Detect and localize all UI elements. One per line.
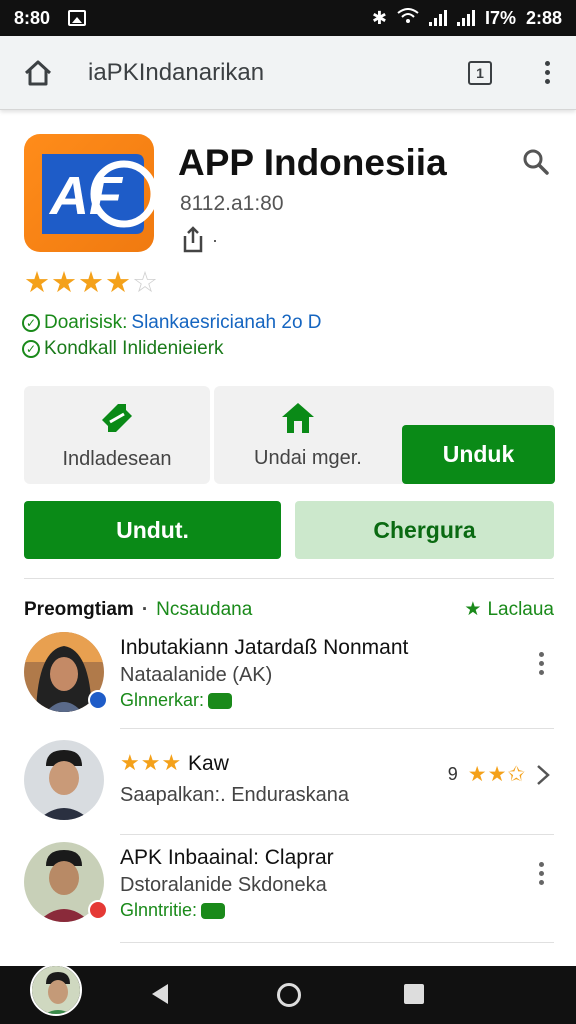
review-title: ★★★ Kaw bbox=[120, 750, 229, 775]
status-clock: 2:88 bbox=[525, 7, 562, 28]
verified-badge-icon bbox=[88, 690, 108, 710]
avatar bbox=[24, 740, 104, 820]
browser-toolbar: iaPKIndanarikan 1 bbox=[0, 36, 576, 110]
chevron-right-icon[interactable] bbox=[536, 764, 550, 786]
review-item[interactable]: ★★★ Kaw Saapalkan:. Enduraskana 9 ★★✩ bbox=[24, 740, 554, 824]
share-dot: · bbox=[212, 229, 218, 250]
wifi-icon bbox=[397, 7, 419, 29]
check-1-value[interactable]: Slankaesricianah 2o D bbox=[131, 312, 321, 334]
install-card[interactable]: Indladesean bbox=[24, 386, 210, 484]
house-icon bbox=[282, 402, 314, 433]
tag-icon bbox=[208, 692, 233, 709]
review-menu-button[interactable] bbox=[539, 862, 544, 885]
app-rating-stars: ★★★★☆ bbox=[24, 267, 159, 299]
check-2-label: Kondkall Inlidenieierk bbox=[44, 338, 224, 359]
home-circle-icon[interactable] bbox=[277, 983, 301, 1007]
recents-icon[interactable] bbox=[404, 984, 424, 1004]
review-tag: Glnntritie: bbox=[120, 900, 226, 921]
status-bar: 8:80 ✱ I7% 2:88 bbox=[0, 0, 576, 36]
bluetooth-icon: ✱ bbox=[371, 7, 387, 28]
app-icon-text: AF bbox=[48, 166, 124, 226]
review-subtitle: Nataalanide (AK) bbox=[120, 664, 273, 686]
home-button[interactable] bbox=[10, 45, 66, 101]
signal-icon bbox=[428, 10, 447, 26]
undut-button[interactable]: Undut. bbox=[24, 501, 281, 559]
check-line-1: ✓ Doarisisk: Slankaesricianah 2o D bbox=[22, 312, 322, 334]
star-icon: ★ bbox=[464, 599, 482, 620]
browser-menu-button[interactable] bbox=[532, 61, 562, 84]
review-tag: Glnnerkar: bbox=[120, 690, 233, 711]
swap-arrows-icon bbox=[102, 403, 132, 432]
check-circle-icon: ✓ bbox=[22, 314, 40, 332]
check-circle-icon: ✓ bbox=[22, 340, 40, 358]
unduh-button[interactable]: Unduk bbox=[402, 425, 555, 484]
review-item[interactable]: Inbutakiann Jatardaß Nonmant Nataalanide… bbox=[24, 632, 554, 716]
system-nav-bar bbox=[0, 964, 576, 1024]
section-right-link[interactable]: ★ Laclaua bbox=[464, 598, 554, 621]
divider bbox=[120, 834, 554, 835]
install-card-label: Indladesean bbox=[62, 447, 172, 470]
divider bbox=[120, 728, 554, 729]
divider bbox=[120, 942, 554, 943]
reviews-header: Preomgtiam · Ncsaudana ★ Laclaua bbox=[24, 598, 554, 621]
home-card-label: Undai mger. bbox=[254, 446, 362, 469]
app-title: APP Indonesiia bbox=[178, 142, 447, 183]
battery-percent: I7% bbox=[484, 7, 516, 28]
tag-icon bbox=[201, 902, 226, 919]
section-title: Preomgtiam bbox=[24, 598, 134, 620]
gallery-notification-icon bbox=[68, 10, 87, 26]
tab-switcher-button[interactable]: 1 bbox=[468, 60, 492, 85]
chergura-button[interactable]: Chergura bbox=[295, 501, 554, 559]
review-title: APK Inbaainal: Claprar bbox=[120, 846, 334, 869]
section-subtitle[interactable]: Ncsaudana bbox=[156, 599, 252, 621]
check-1-label: Doarisisk: bbox=[44, 312, 128, 333]
review-menu-button[interactable] bbox=[539, 652, 544, 675]
app-meta: 8112.a1:80 bbox=[180, 192, 284, 215]
back-icon[interactable] bbox=[152, 984, 168, 1004]
review-subtitle: Dstoralanide Skdoneka bbox=[120, 874, 327, 896]
app-icon: AF bbox=[24, 134, 154, 252]
nav-avatar[interactable] bbox=[30, 964, 82, 1016]
home-icon bbox=[24, 60, 52, 85]
signal-icon-2 bbox=[456, 10, 475, 26]
review-subtitle: Saapalkan:. Enduraskana bbox=[120, 784, 350, 806]
review-item[interactable]: APK Inbaainal: Claprar Dstoralanide Skdo… bbox=[24, 842, 554, 926]
review-title: Inbutakiann Jatardaß Nonmant bbox=[120, 636, 409, 659]
url-bar[interactable]: iaPKIndanarikan bbox=[88, 59, 468, 87]
check-line-2: ✓ Kondkall Inlidenieierk bbox=[22, 338, 224, 360]
share-icon bbox=[183, 226, 203, 253]
review-rating: 9 ★★✩ bbox=[448, 762, 550, 787]
status-badge-icon bbox=[88, 900, 108, 920]
share-row[interactable]: · bbox=[180, 226, 218, 254]
search-icon[interactable] bbox=[522, 148, 550, 181]
divider bbox=[24, 578, 554, 579]
status-time: 8:80 bbox=[14, 7, 51, 28]
